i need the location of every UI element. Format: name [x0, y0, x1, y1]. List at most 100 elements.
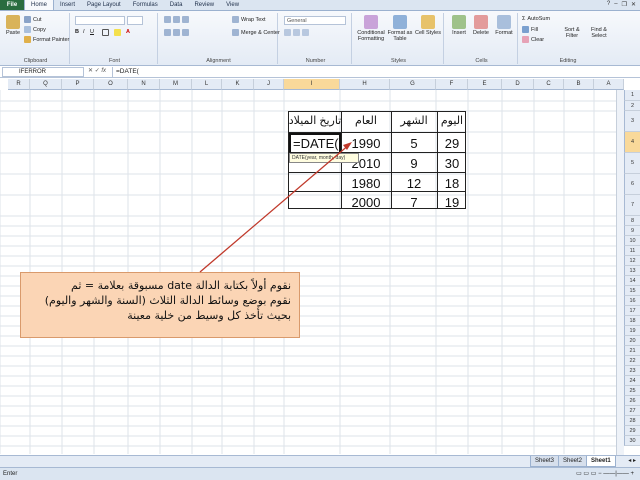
- row-header-2[interactable]: 2: [624, 101, 640, 111]
- merge-center-button[interactable]: Merge & Center: [232, 29, 280, 36]
- row-header-1[interactable]: 1: [624, 90, 640, 101]
- column-header-Q[interactable]: Q: [30, 79, 62, 90]
- row-header-11[interactable]: 11: [624, 246, 640, 256]
- row-header-7[interactable]: 7: [624, 195, 640, 216]
- tab-view[interactable]: View: [220, 0, 245, 10]
- format-painter-button[interactable]: Format Painter: [24, 36, 69, 43]
- italic-button[interactable]: I: [83, 29, 85, 35]
- font-size-box[interactable]: [127, 16, 143, 25]
- column-header-J[interactable]: J: [254, 79, 284, 90]
- column-header-G[interactable]: G: [390, 79, 436, 90]
- insert-button[interactable]: Insert: [448, 15, 470, 36]
- sort-filter-button[interactable]: Sort & Filter: [560, 27, 584, 39]
- fill-button[interactable]: Fill: [522, 26, 538, 33]
- sheet-tab-2[interactable]: Sheet2: [558, 456, 588, 467]
- tab-review[interactable]: Review: [188, 0, 220, 10]
- cut-button[interactable]: Cut: [24, 16, 42, 23]
- tab-page-layout[interactable]: Page Layout: [81, 0, 127, 10]
- align-left-button[interactable]: [164, 29, 189, 36]
- column-header-B[interactable]: B: [564, 79, 594, 90]
- column-header-R[interactable]: R: [8, 79, 30, 90]
- tab-formulas[interactable]: Formulas: [127, 0, 164, 10]
- font-color-button[interactable]: A: [126, 29, 130, 35]
- tab-data[interactable]: Data: [164, 0, 189, 10]
- close-icon[interactable]: ✕: [631, 1, 636, 8]
- zoom-slider-icon[interactable]: ▭ ▭ ▭ − ——|—— +: [576, 468, 634, 480]
- row-header-12[interactable]: 12: [624, 256, 640, 266]
- delete-button[interactable]: Delete: [470, 15, 492, 36]
- column-header-N[interactable]: N: [128, 79, 160, 90]
- row-header-20[interactable]: 20: [624, 336, 640, 346]
- autosum-button[interactable]: Σ AutoSum: [522, 16, 550, 22]
- row-header-17[interactable]: 17: [624, 306, 640, 316]
- row-header-28[interactable]: 28: [624, 416, 640, 426]
- row-header-23[interactable]: 23: [624, 366, 640, 376]
- row-header-5[interactable]: 5: [624, 153, 640, 174]
- column-header-P[interactable]: P: [62, 79, 94, 90]
- column-header-K[interactable]: K: [222, 79, 254, 90]
- fill-color-button[interactable]: [114, 29, 121, 36]
- sheet-nav-icon[interactable]: ◂ ▸: [628, 457, 636, 464]
- column-header-F[interactable]: F: [436, 79, 468, 90]
- row-header-10[interactable]: 10: [624, 236, 640, 246]
- conditional-formatting-button[interactable]: Conditional Formatting: [356, 15, 386, 42]
- wrap-text-button[interactable]: Wrap Text: [232, 16, 266, 23]
- column-header-D[interactable]: D: [502, 79, 534, 90]
- column-header-I[interactable]: I: [284, 79, 340, 90]
- sheet-tab-3[interactable]: Sheet3: [530, 456, 560, 467]
- row-header-9[interactable]: 9: [624, 226, 640, 236]
- sigma-icon: Σ: [522, 16, 526, 22]
- minimize-icon[interactable]: –: [614, 1, 617, 8]
- row-header-24[interactable]: 24: [624, 376, 640, 386]
- row-header-8[interactable]: 8: [624, 216, 640, 226]
- tab-insert[interactable]: Insert: [54, 0, 81, 10]
- column-header-A[interactable]: A: [594, 79, 624, 90]
- paste-button[interactable]: Paste: [4, 15, 22, 36]
- column-header-H[interactable]: H: [340, 79, 390, 90]
- row-header-3[interactable]: 3: [624, 111, 640, 132]
- clear-button[interactable]: Clear: [522, 36, 544, 43]
- align-top-button[interactable]: [164, 16, 189, 23]
- help-icon[interactable]: ?: [607, 1, 610, 8]
- column-header-M[interactable]: M: [160, 79, 192, 90]
- column-header-C[interactable]: C: [534, 79, 564, 90]
- tab-home[interactable]: Home: [24, 0, 55, 10]
- find-select-button[interactable]: Find & Select: [586, 27, 612, 39]
- fx-icon[interactable]: ✕ ✓ fx: [88, 67, 106, 74]
- explanation-callout: نقوم أولاً بكتابة الدالة date مسبوقة بعل…: [20, 272, 300, 338]
- row-header-13[interactable]: 13: [624, 266, 640, 276]
- formula-input[interactable]: =DATE(: [112, 67, 638, 77]
- tab-file[interactable]: File: [0, 0, 24, 10]
- border-button[interactable]: [102, 29, 109, 36]
- row-header-30[interactable]: 30: [624, 436, 640, 446]
- column-header-L[interactable]: L: [192, 79, 222, 90]
- font-name-box[interactable]: [75, 16, 125, 25]
- row-header-22[interactable]: 22: [624, 356, 640, 366]
- currency-button[interactable]: [284, 29, 309, 36]
- column-header-O[interactable]: O: [94, 79, 128, 90]
- number-format-box[interactable]: General: [284, 16, 346, 25]
- underline-button[interactable]: U: [90, 29, 94, 35]
- format-as-table-button[interactable]: Format as Table: [386, 15, 414, 42]
- row-header-4[interactable]: 4: [624, 132, 640, 153]
- row-header-26[interactable]: 26: [624, 396, 640, 406]
- vertical-scrollbar[interactable]: [616, 90, 624, 455]
- name-box[interactable]: IFERROR: [2, 67, 84, 77]
- row-header-21[interactable]: 21: [624, 346, 640, 356]
- row-header-19[interactable]: 19: [624, 326, 640, 336]
- row-header-16[interactable]: 16: [624, 296, 640, 306]
- copy-button[interactable]: Copy: [24, 26, 46, 33]
- row-header-6[interactable]: 6: [624, 174, 640, 195]
- row-header-27[interactable]: 27: [624, 406, 640, 416]
- row-header-18[interactable]: 18: [624, 316, 640, 326]
- format-button[interactable]: Format: [492, 15, 516, 36]
- restore-icon[interactable]: ❐: [622, 1, 627, 8]
- row-header-15[interactable]: 15: [624, 286, 640, 296]
- row-header-14[interactable]: 14: [624, 276, 640, 286]
- cell-styles-button[interactable]: Cell Styles: [414, 15, 442, 36]
- column-header-E[interactable]: E: [468, 79, 502, 90]
- row-header-25[interactable]: 25: [624, 386, 640, 396]
- bold-button[interactable]: B: [75, 29, 79, 35]
- row-header-29[interactable]: 29: [624, 426, 640, 436]
- sheet-tab-1[interactable]: Sheet1: [586, 456, 616, 467]
